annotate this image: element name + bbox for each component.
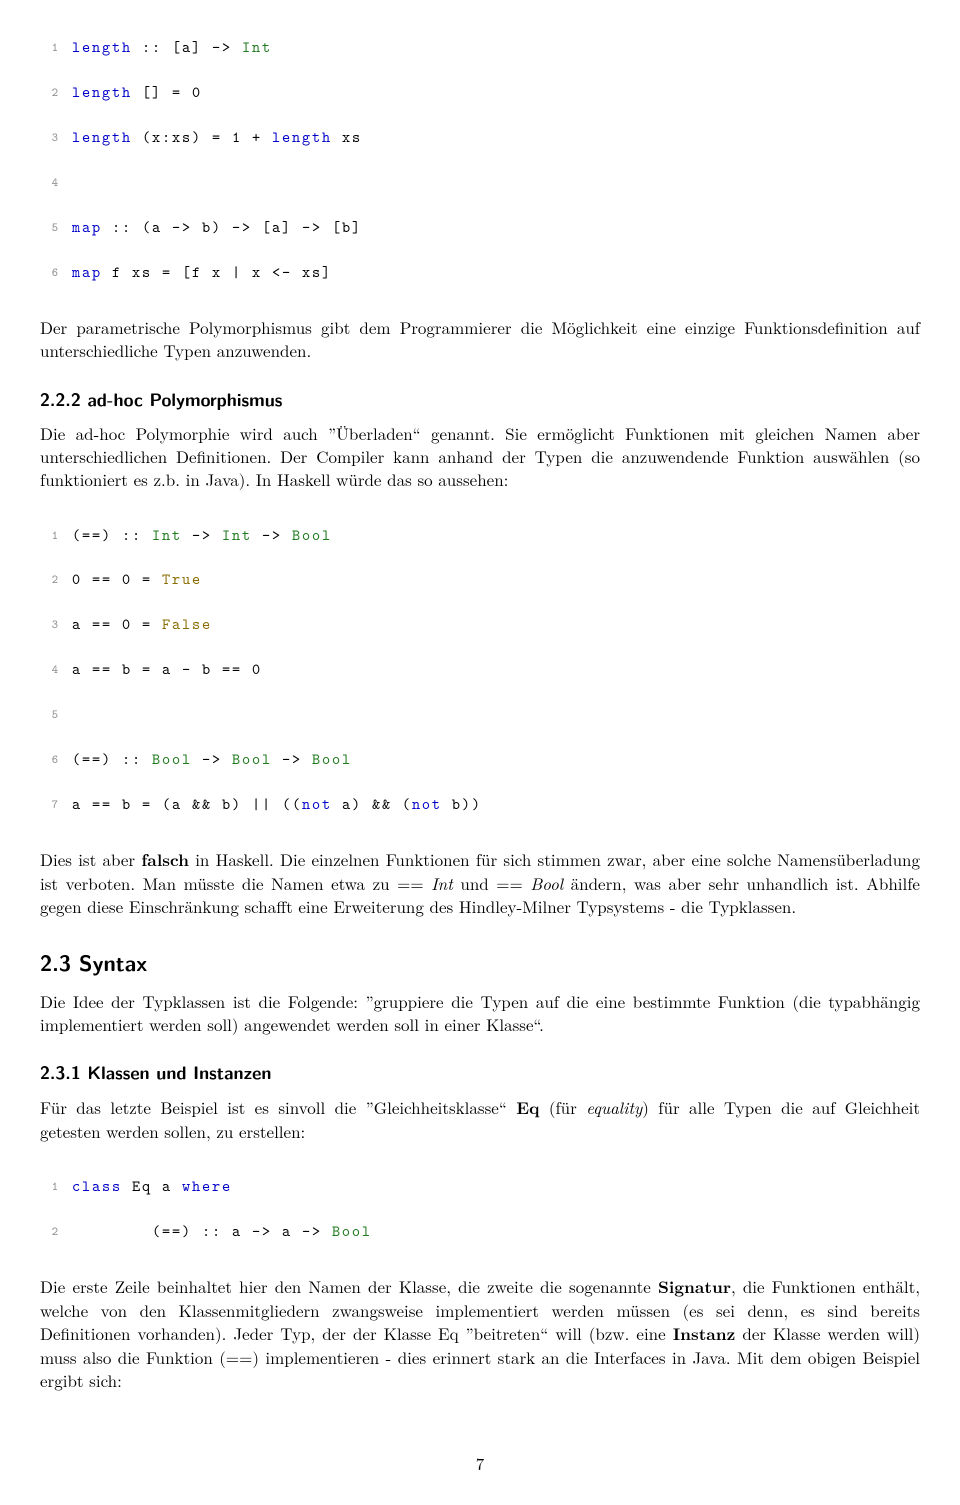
code-token: not <box>302 793 332 814</box>
text-italic: equality <box>586 1095 642 1119</box>
text-bold: Eq <box>516 1096 539 1120</box>
code-line: 2 (==) :: a -> a -> Bool <box>40 1220 920 1242</box>
code-token: (==) :: a -> a -> <box>72 1220 332 1241</box>
code-listing-3: 1 class Eq a where 2 (==) :: a -> a -> Bo… <box>40 1153 920 1265</box>
code-token: a == b = (a && b) || (( <box>72 793 302 814</box>
line-number: 2 <box>40 84 58 101</box>
paragraph: Die ad-hoc Polymorphie wird auch ”Überla… <box>40 422 920 491</box>
code-line: 6 (==) :: Bool -> Bool -> Bool <box>40 748 920 770</box>
text-run: Für das letzte Beispiel ist es sinvoll d… <box>40 1095 516 1119</box>
code-token: a == b = a - b == 0 <box>72 658 262 679</box>
code-line: 5 <box>40 703 920 725</box>
code-token: b)) <box>442 793 482 814</box>
code-listing-2: 1(==) :: Int -> Int -> Bool 20 == 0 = Tr… <box>40 501 920 838</box>
line-number: 1 <box>40 527 58 544</box>
paragraph: Die erste Zeile beinhaltet hier den Name… <box>40 1275 920 1392</box>
code-token: xs <box>332 126 362 147</box>
code-token: (==) :: <box>72 748 152 769</box>
code-token: class <box>72 1175 122 1196</box>
text-italic: Int <box>431 871 453 895</box>
line-number: 5 <box>40 219 58 236</box>
code-token: :: (a -> b) -> [a] -> [b] <box>102 216 362 237</box>
heading-2-3-1: 2.3.1 Klassen und Instanzen <box>40 1061 920 1085</box>
code-token: -> <box>272 748 312 769</box>
code-line: 7a == b = (a && b) || ((not a) && (not b… <box>40 793 920 815</box>
code-token: Bool <box>312 748 352 769</box>
line-number: 3 <box>40 616 58 633</box>
line-number: 6 <box>40 751 58 768</box>
code-token: length <box>72 81 132 102</box>
code-token: length <box>72 36 132 57</box>
text-run: Dies ist aber <box>40 847 141 871</box>
code-token: a == 0 = <box>72 613 162 634</box>
code-token: -> <box>192 748 232 769</box>
text-run: (für <box>539 1095 586 1119</box>
text-italic: Bool <box>530 871 563 895</box>
line-number: 4 <box>40 661 58 678</box>
code-token: 0 == 0 = <box>72 568 162 589</box>
line-number: 6 <box>40 264 58 281</box>
code-token: f xs = [f x | x <- xs] <box>102 261 332 282</box>
code-token: Int <box>242 36 272 57</box>
line-number: 4 <box>40 174 58 191</box>
code-token: length <box>72 126 132 147</box>
text-bold: Instanz <box>673 1322 736 1346</box>
line-number: 2 <box>40 1223 58 1240</box>
code-token: map <box>72 216 102 237</box>
code-token: (x:xs) = 1 + <box>132 126 272 147</box>
line-number: 1 <box>40 39 58 56</box>
code-token: Bool <box>332 1220 372 1241</box>
code-token: Int <box>152 524 182 545</box>
code-token: Eq a <box>122 1175 182 1196</box>
code-line: 4 <box>40 171 920 193</box>
code-token: Int <box>222 524 252 545</box>
paragraph: Der parametrische Polymorphismus gibt de… <box>40 316 920 362</box>
code-token: False <box>162 613 212 634</box>
heading-2-2-2: 2.2.2 ad-hoc Polymorphismus <box>40 388 920 412</box>
code-line: 1 length :: [a] -> Int <box>40 36 920 58</box>
line-number: 1 <box>40 1178 58 1195</box>
line-number: 3 <box>40 129 58 146</box>
line-number: 7 <box>40 796 58 813</box>
code-listing-1: 1length :: [a] -> Int 2length [] = 0 3le… <box>40 14 920 306</box>
text-bold: falsch <box>141 848 189 872</box>
code-token: not <box>412 793 442 814</box>
code-line: 3 length (x:xs) = 1 + length xs <box>40 126 920 148</box>
code-token: -> <box>252 524 292 545</box>
code-token: Bool <box>292 524 332 545</box>
heading-2-3: 2.3 Syntax <box>40 948 920 978</box>
code-token: length <box>272 126 332 147</box>
code-line: 1 (==) :: Int -> Int -> Bool <box>40 524 920 546</box>
code-token: where <box>182 1175 232 1196</box>
code-token: [] = 0 <box>132 81 202 102</box>
code-line: 6 map f xs = [f x | x <- xs] <box>40 261 920 283</box>
code-token: True <box>162 568 202 589</box>
code-line: 2 0 == 0 = True <box>40 568 920 590</box>
paragraph: Dies ist aber falsch in Haskell. Die ein… <box>40 848 920 918</box>
code-token: map <box>72 261 102 282</box>
line-number: 5 <box>40 706 58 723</box>
code-token: a) && ( <box>332 793 412 814</box>
code-line: 2 length [] = 0 <box>40 81 920 103</box>
text-run: Die erste Zeile beinhaltet hier den Name… <box>40 1274 658 1298</box>
paragraph: Für das letzte Beispiel ist es sinvoll d… <box>40 1096 920 1143</box>
code-line: 3 a == 0 = False <box>40 613 920 635</box>
line-number: 2 <box>40 571 58 588</box>
code-token: :: [a] -> <box>132 36 242 57</box>
text-run: und == <box>453 871 530 895</box>
code-token: Bool <box>152 748 192 769</box>
page-number: 7 <box>40 1452 920 1475</box>
code-line: 4 a == b = a - b == 0 <box>40 658 920 680</box>
code-token: (==) :: <box>72 524 152 545</box>
code-line: 5 map :: (a -> b) -> [a] -> [b] <box>40 216 920 238</box>
paragraph: Die Idee der Typklassen ist die Folgende… <box>40 990 920 1036</box>
code-token: -> <box>182 524 222 545</box>
code-token: Bool <box>232 748 272 769</box>
code-line: 1 class Eq a where <box>40 1175 920 1197</box>
text-bold: Signatur <box>658 1275 731 1299</box>
